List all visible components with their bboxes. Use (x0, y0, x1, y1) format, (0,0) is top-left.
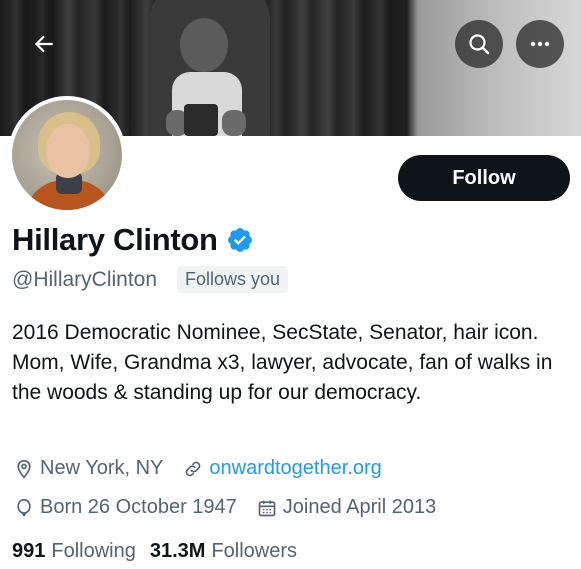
birthday-item: Born 26 October 1947 (14, 496, 237, 519)
following-count: 991 (12, 540, 46, 562)
balloon-icon (17, 498, 31, 517)
more-button[interactable] (516, 20, 564, 68)
avatar[interactable] (8, 96, 126, 214)
back-arrow-icon (34, 35, 53, 53)
banner-phone (184, 104, 218, 136)
back-button[interactable] (20, 20, 68, 68)
website-link[interactable]: onwardtogether.org (209, 457, 381, 480)
calendar-icon (258, 500, 276, 516)
location-text: New York, NY (40, 457, 164, 479)
search-button[interactable] (455, 20, 503, 68)
profile-handle: @HillaryClinton (12, 267, 158, 291)
banner-hand (222, 110, 246, 136)
following-stat[interactable]: 991 Following (12, 540, 136, 563)
follow-button[interactable]: Follow (398, 155, 570, 201)
avatar-face (46, 124, 90, 178)
location-pin-icon (17, 459, 31, 479)
banner-figure-child-face (180, 18, 228, 72)
joined-item: Joined April 2013 (257, 496, 436, 519)
profile-meta-row: New York, NY onwardtogether.org (14, 457, 402, 480)
birthday-text: Born 26 October 1947 (40, 496, 237, 518)
followers-count: 31.3M (149, 540, 206, 562)
verified-badge-icon[interactable] (226, 226, 254, 254)
profile-name-row: Hillary Clinton (12, 222, 254, 258)
website-item[interactable]: onwardtogether.org (183, 457, 382, 480)
more-icon (530, 41, 550, 47)
link-icon (186, 461, 201, 476)
profile-meta-row: Born 26 October 1947 Joined April 2013 (14, 496, 456, 519)
handle-row: @HillaryClinton Follows you (12, 266, 289, 293)
profile-name: Hillary Clinton (12, 222, 218, 257)
location-item: New York, NY (14, 457, 163, 480)
follow-stats: 991 Following 31.3M Followers (12, 540, 311, 563)
following-label: Following (51, 540, 136, 562)
follows-you-badge: Follows you (177, 266, 289, 293)
joined-text: Joined April 2013 (282, 496, 437, 518)
profile-bio: 2016 Democratic Nominee, SecState, Senat… (12, 321, 553, 404)
search-icon (469, 34, 490, 55)
avatar-image (12, 100, 122, 210)
followers-stat[interactable]: 31.3M Followers (150, 540, 297, 563)
followers-label: Followers (211, 540, 298, 562)
